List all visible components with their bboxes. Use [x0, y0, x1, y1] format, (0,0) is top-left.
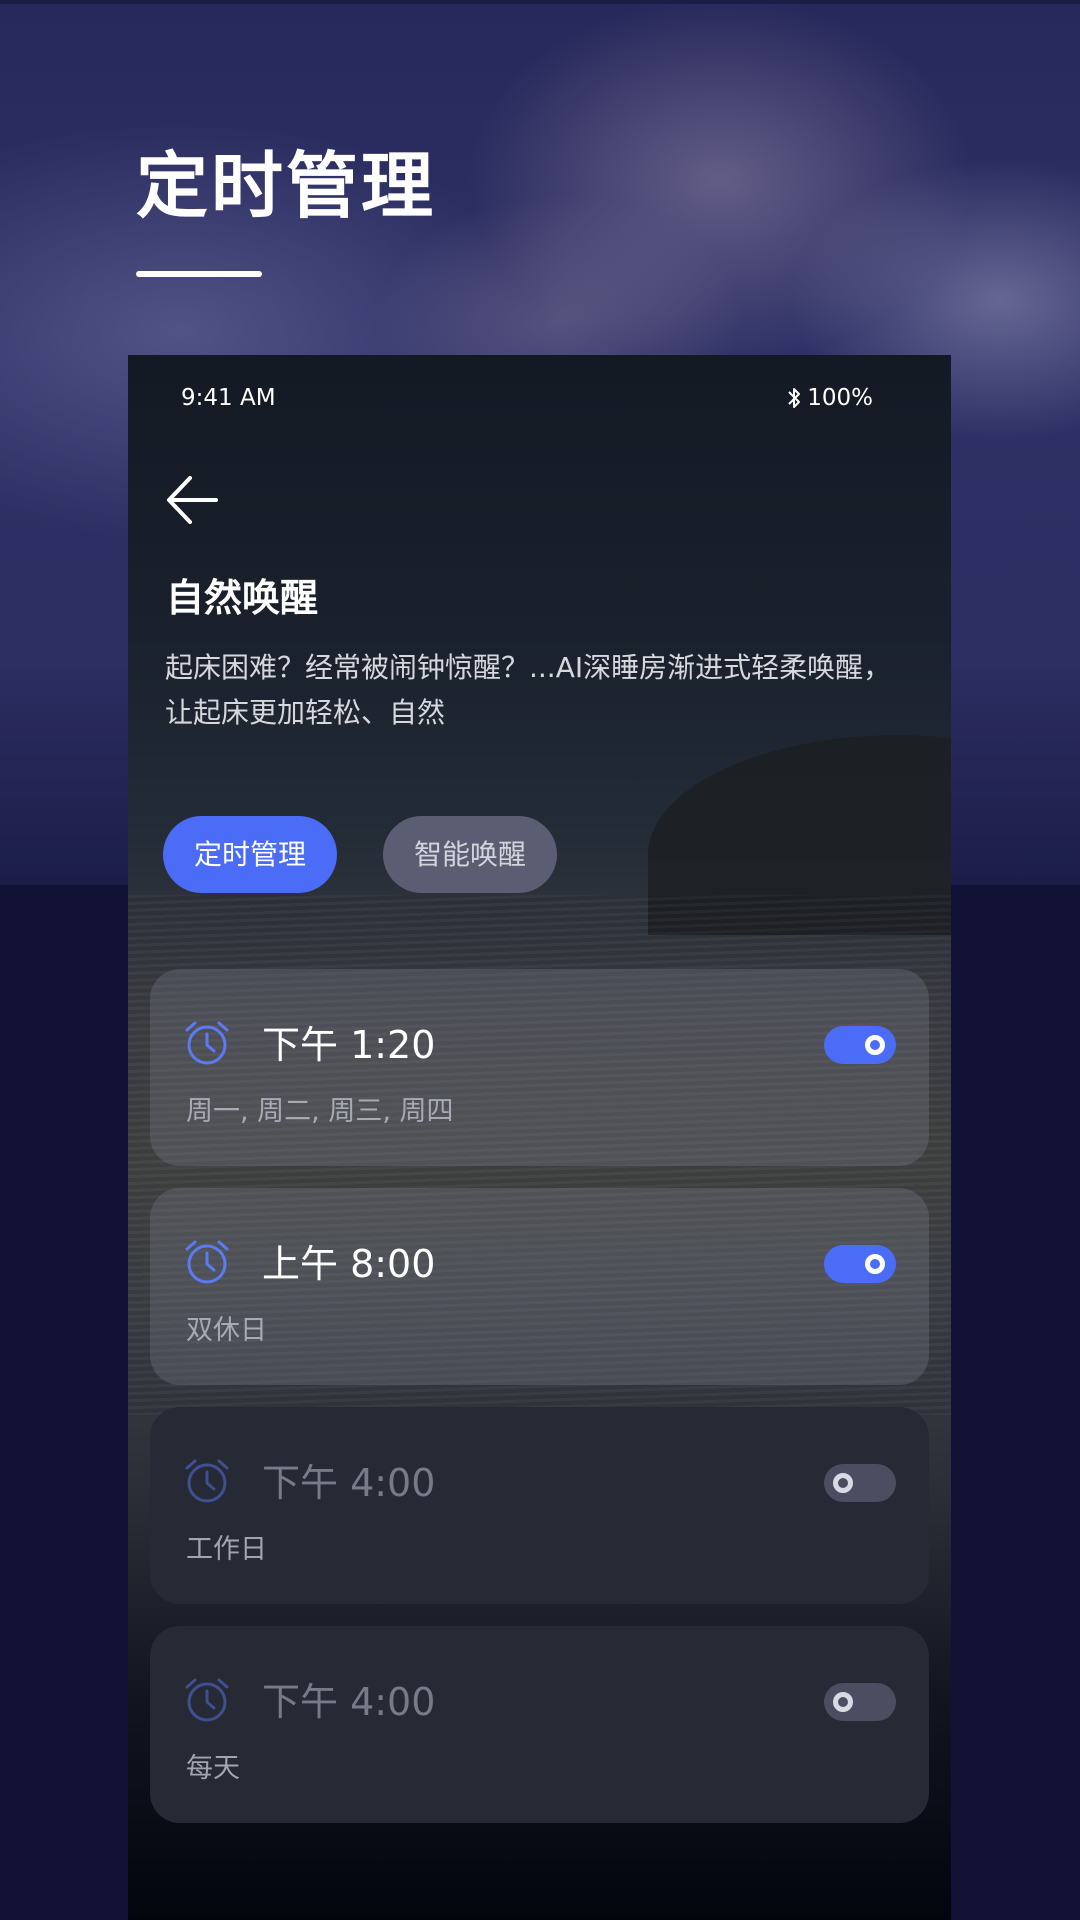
toggle-knob: [865, 1254, 885, 1274]
alarm-repeat-days: 工作日: [186, 1534, 267, 1565]
page-description: 起床困难？经常被闹钟惊醒？...AI深睡房渐进式轻柔唤醒，让起床更加轻松、自然: [165, 651, 892, 729]
alarm-time: 上午 8:00: [262, 1242, 436, 1286]
alarm-clock-icon: [183, 1457, 231, 1505]
tab-timer-management[interactable]: 定时管理: [163, 816, 337, 893]
alarm-clock-icon: [183, 1238, 231, 1286]
status-bar: 9:41 AM 100%: [128, 355, 951, 445]
battery-level: 100%: [807, 385, 873, 411]
alarm-toggle[interactable]: [824, 1245, 896, 1283]
toggle-knob: [833, 1692, 853, 1712]
alarm-repeat-days: 每天: [186, 1753, 240, 1784]
status-right: 100%: [787, 385, 873, 411]
status-time: 9:41 AM: [181, 385, 276, 411]
alarm-card[interactable]: 下午 4:00 工作日: [150, 1407, 929, 1604]
alarm-repeat-days: 周一, 周二, 周三, 周四: [186, 1096, 454, 1127]
alarm-toggle[interactable]: [824, 1683, 896, 1721]
alarm-card[interactable]: 下午 1:20 周一, 周二, 周三, 周四: [150, 969, 929, 1166]
alarm-clock-icon: [183, 1019, 231, 1067]
alarm-clock-icon: [183, 1676, 231, 1724]
banner-top-line: [0, 0, 1080, 4]
alarm-toggle[interactable]: [824, 1464, 896, 1502]
banner-title-underline: [136, 271, 262, 277]
page-title: 自然唤醒: [166, 576, 319, 620]
banner-title: 定时管理: [136, 144, 437, 228]
bluetooth-icon: [787, 386, 801, 410]
alarm-time: 下午 4:00: [262, 1461, 436, 1505]
alarm-repeat-days: 双休日: [186, 1315, 267, 1346]
alarm-time: 下午 1:20: [262, 1023, 436, 1067]
toggle-knob: [833, 1473, 853, 1493]
toggle-knob: [865, 1035, 885, 1055]
alarm-list: 下午 1:20 周一, 周二, 周三, 周四 上午 8:00 双休日 下午 4:…: [150, 969, 929, 1845]
alarm-time: 下午 4:00: [262, 1680, 436, 1724]
alarm-toggle[interactable]: [824, 1026, 896, 1064]
phone-screen: 9:41 AM 100% 自然唤醒 起床困难？经常被闹钟惊醒？...AI深睡房渐…: [128, 355, 951, 1920]
back-button[interactable]: [156, 465, 236, 535]
tab-smart-wakeup[interactable]: 智能唤醒: [383, 816, 557, 893]
alarm-card[interactable]: 上午 8:00 双休日: [150, 1188, 929, 1385]
alarm-card[interactable]: 下午 4:00 每天: [150, 1626, 929, 1823]
